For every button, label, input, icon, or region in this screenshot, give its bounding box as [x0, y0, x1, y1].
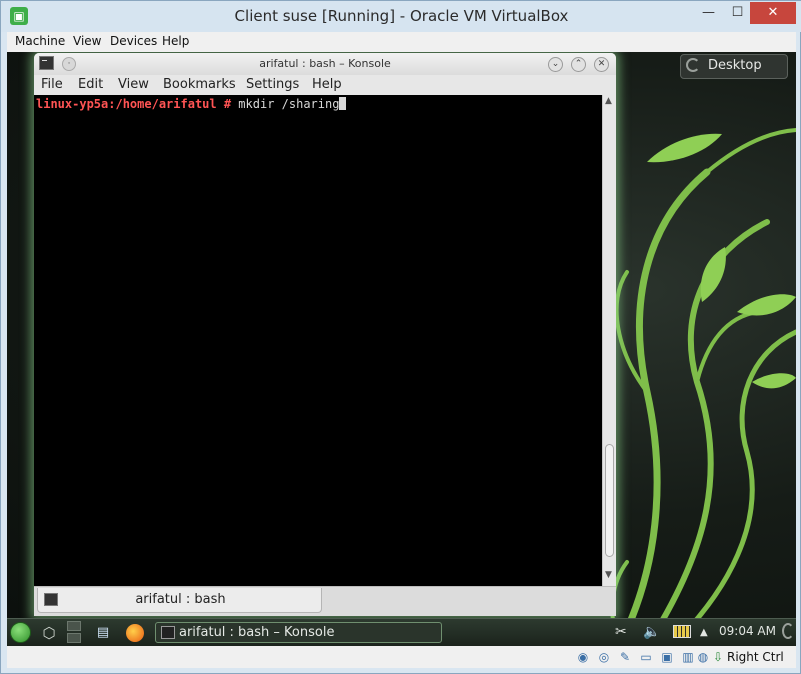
tray-expand-icon[interactable]: ▲	[700, 627, 708, 638]
menu-edit[interactable]: Edit	[78, 77, 103, 92]
opensuse-menu-icon[interactable]	[10, 622, 31, 643]
firefox-icon[interactable]	[126, 624, 144, 642]
minimize-button[interactable]: —	[695, 2, 722, 24]
terminal-icon	[161, 626, 175, 639]
close-button[interactable]: ✕	[750, 2, 796, 24]
vertical-scrollbar[interactable]: ▲ ▼	[602, 95, 616, 586]
scroll-down-icon[interactable]: ▼	[605, 570, 612, 580]
shared-folders-icon[interactable]: ▭	[638, 649, 654, 665]
desktop-widget-label: Desktop	[708, 58, 762, 73]
host-statusbar: ◉ ◎ ✎ ▭ ▣ ▥ ◍ ⇩ Right Ctrl	[7, 646, 796, 668]
virtualbox-window: ▣ Client suse [Running] - Oracle VM Virt…	[0, 0, 801, 674]
konsole-tab[interactable]: arifatul : bash	[37, 588, 322, 613]
scrollbar-thumb[interactable]	[605, 444, 614, 557]
panel-cashew-icon[interactable]	[782, 623, 794, 639]
text-cursor	[339, 97, 347, 110]
host-window-title: Client suse [Running] - Oracle VM Virtua…	[234, 7, 569, 25]
scroll-up-icon[interactable]: ▲	[605, 96, 612, 106]
menu-help[interactable]: Help	[162, 34, 189, 48]
tab-label: arifatul : bash	[135, 592, 226, 607]
host-titlebar[interactable]: ▣ Client suse [Running] - Oracle VM Virt…	[1, 1, 801, 32]
network-icon[interactable]: ▣	[659, 649, 675, 665]
disk-icon[interactable]: ◉	[575, 649, 591, 665]
battery-icon[interactable]	[673, 625, 691, 638]
usb-icon[interactable]: ✎	[617, 649, 633, 665]
guest-screen[interactable]: Desktop · arifatul : bash – Konsole ⌄ ⌃ …	[7, 52, 796, 646]
host-key-label: Right Ctrl	[727, 650, 784, 664]
menu-bookmarks[interactable]: Bookmarks	[163, 77, 236, 92]
host-key-icon: ⇩	[712, 650, 724, 664]
desktop-widget[interactable]: Desktop	[680, 54, 788, 79]
menu-view[interactable]: View	[73, 34, 101, 48]
menu-settings[interactable]: Settings	[246, 77, 299, 92]
menu-machine[interactable]: Machine	[15, 34, 65, 48]
konsole-titlebar[interactable]: · arifatul : bash – Konsole ⌄ ⌃ ✕	[34, 53, 616, 75]
optical-drive-icon[interactable]: ◎	[596, 649, 612, 665]
clock[interactable]: 09:04 AM	[719, 624, 776, 638]
konsole-menubar: File Edit View Bookmarks Settings Help	[34, 75, 616, 95]
taskbar-item-label: arifatul : bash – Konsole	[179, 625, 335, 640]
mouse-integration-icon[interactable]: ◍	[695, 649, 711, 665]
minimize-window-button[interactable]: ⌄	[548, 57, 563, 72]
pager[interactable]	[67, 621, 81, 645]
display-icon[interactable]: ▥	[680, 649, 696, 665]
konsole-title: arifatul : bash – Konsole	[259, 57, 391, 70]
taskbar-item-konsole[interactable]: arifatul : bash – Konsole	[155, 622, 442, 643]
maximize-window-button[interactable]: ⌃	[571, 57, 586, 72]
shell-prompt: linux-yp5a:/home/arifatul #	[36, 97, 239, 111]
cashew-icon	[686, 58, 700, 72]
speaker-icon[interactable]: 🔈	[643, 624, 660, 640]
menu-file[interactable]: File	[41, 77, 63, 92]
konsole-tabbar: arifatul : bash	[34, 586, 616, 616]
menu-help[interactable]: Help	[312, 77, 342, 92]
menu-view[interactable]: View	[118, 77, 149, 92]
kde-panel: ⬡ ▤ arifatul : bash – Konsole ✂ 🔈 ▲ 09:0…	[7, 618, 796, 646]
maximize-button[interactable]: ☐	[724, 2, 751, 24]
file-manager-icon[interactable]: ▤	[93, 623, 113, 643]
scissors-icon[interactable]: ✂	[615, 624, 627, 640]
close-window-button[interactable]: ✕	[594, 57, 609, 72]
typed-command: mkdir /sharing	[238, 97, 340, 111]
konsole-window: · arifatul : bash – Konsole ⌄ ⌃ ✕ File E…	[34, 53, 616, 616]
activities-icon[interactable]: ⬡	[39, 623, 59, 643]
menu-devices[interactable]: Devices	[110, 34, 157, 48]
terminal-line: linux-yp5a:/home/arifatul # mkdir /shari…	[36, 97, 347, 111]
host-menubar: Machine View Devices Help	[7, 32, 796, 52]
terminal-area[interactable]: linux-yp5a:/home/arifatul # mkdir /shari…	[34, 95, 602, 586]
